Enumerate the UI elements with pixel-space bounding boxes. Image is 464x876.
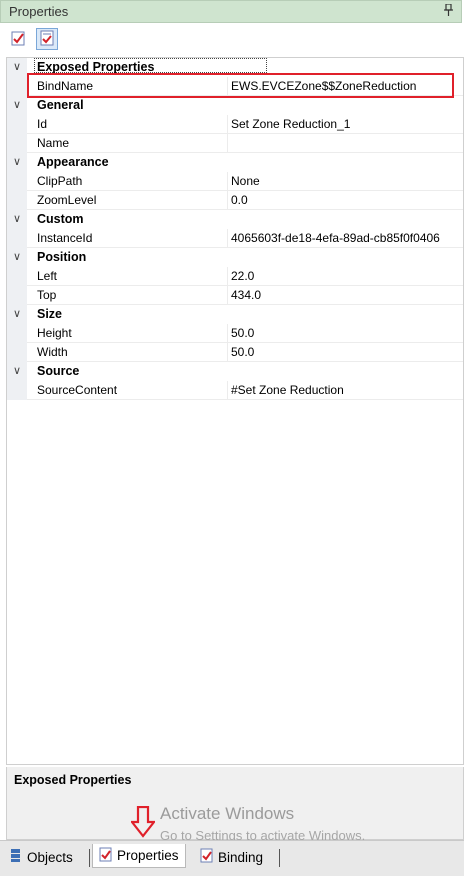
property-value[interactable]: 0.0 (231, 193, 248, 207)
tab-binding[interactable]: Binding (194, 846, 269, 868)
property-name: Width (37, 345, 68, 359)
property-row-left[interactable]: Left 22.0 (7, 267, 463, 286)
tab-properties[interactable]: Properties (92, 844, 186, 868)
chevron-down-icon[interactable]: ∨ (13, 60, 21, 73)
categorized-icon (11, 30, 27, 49)
category-label: Exposed Properties (37, 60, 155, 74)
tab-objects[interactable]: Objects (4, 846, 79, 868)
category-size[interactable]: ∨ Size (7, 305, 463, 324)
property-row-width[interactable]: Width 50.0 (7, 343, 463, 362)
category-position[interactable]: ∨ Position (7, 248, 463, 267)
property-name: ZoomLevel (37, 193, 97, 207)
property-name: Height (37, 326, 72, 340)
property-name: Id (37, 117, 48, 131)
property-row-name[interactable]: Name (7, 134, 463, 153)
property-value[interactable]: 50.0 (231, 326, 254, 340)
down-arrow-icon (129, 805, 157, 841)
pin-icon[interactable] (444, 3, 453, 19)
categorized-button[interactable] (8, 28, 30, 50)
property-name: InstanceId (37, 231, 93, 245)
property-value[interactable]: 22.0 (231, 269, 254, 283)
category-label: Position (37, 250, 87, 264)
property-row-zoomlevel[interactable]: ZoomLevel 0.0 (7, 191, 463, 210)
objects-icon (10, 848, 23, 866)
category-appearance[interactable]: ∨ Appearance (7, 153, 463, 172)
properties-icon (99, 847, 113, 865)
binding-icon (200, 848, 214, 866)
description-title: Exposed Properties (14, 773, 132, 787)
category-label: Custom (37, 212, 84, 226)
chevron-down-icon[interactable]: ∨ (13, 155, 21, 168)
highlight-box (27, 73, 454, 98)
property-row-id[interactable]: Id Set Zone Reduction_1 (7, 115, 463, 134)
category-label: Size (37, 307, 63, 321)
property-value[interactable]: 50.0 (231, 345, 254, 359)
property-row-top[interactable]: Top 434.0 (7, 286, 463, 305)
property-value[interactable]: 434.0 (231, 288, 261, 302)
alphabetical-properties-icon (39, 30, 55, 49)
tab-label: Properties (117, 848, 179, 863)
property-value[interactable]: Set Zone Reduction_1 (231, 117, 350, 131)
chevron-down-icon[interactable]: ∨ (13, 364, 21, 377)
property-grid: ∨ Exposed Properties BindName EWS.EVCEZo… (6, 57, 464, 765)
category-label: Appearance (37, 155, 109, 169)
properties-title-bar: Properties (0, 0, 462, 23)
property-name: Name (37, 136, 70, 150)
category-label: Source (37, 364, 80, 378)
chevron-down-icon[interactable]: ∨ (13, 250, 21, 263)
property-name: Top (37, 288, 57, 302)
property-value[interactable]: #Set Zone Reduction (231, 383, 344, 397)
category-general[interactable]: ∨ General (7, 96, 463, 115)
property-row-clippath[interactable]: ClipPath None (7, 172, 463, 191)
alphabetical-properties-button[interactable] (36, 28, 58, 50)
property-row-instanceid[interactable]: InstanceId 4065603f-de18-4efa-89ad-cb85f… (7, 229, 463, 248)
bottom-tab-bar: Objects Properties Binding (0, 840, 464, 876)
chevron-down-icon[interactable]: ∨ (13, 98, 21, 111)
chevron-down-icon[interactable]: ∨ (13, 307, 21, 320)
panel-title: Properties (9, 4, 69, 19)
property-name: ClipPath (37, 174, 83, 188)
property-row-height[interactable]: Height 50.0 (7, 324, 463, 343)
property-value[interactable]: None (231, 174, 260, 188)
activate-windows-watermark: Activate Windows (160, 804, 295, 823)
property-value[interactable]: 4065603f-de18-4efa-89ad-cb85f0f0406 (231, 231, 440, 245)
tab-label: Objects (27, 849, 73, 865)
property-name: SourceContent (37, 383, 118, 397)
property-row-sourcecontent[interactable]: SourceContent #Set Zone Reduction (7, 381, 463, 400)
chevron-down-icon[interactable]: ∨ (13, 212, 21, 225)
tab-label: Binding (218, 849, 264, 865)
category-custom[interactable]: ∨ Custom (7, 210, 463, 229)
property-name: Left (37, 269, 58, 283)
category-source[interactable]: ∨ Source (7, 362, 463, 381)
category-label: General (37, 98, 84, 112)
properties-toolbar (0, 23, 464, 55)
